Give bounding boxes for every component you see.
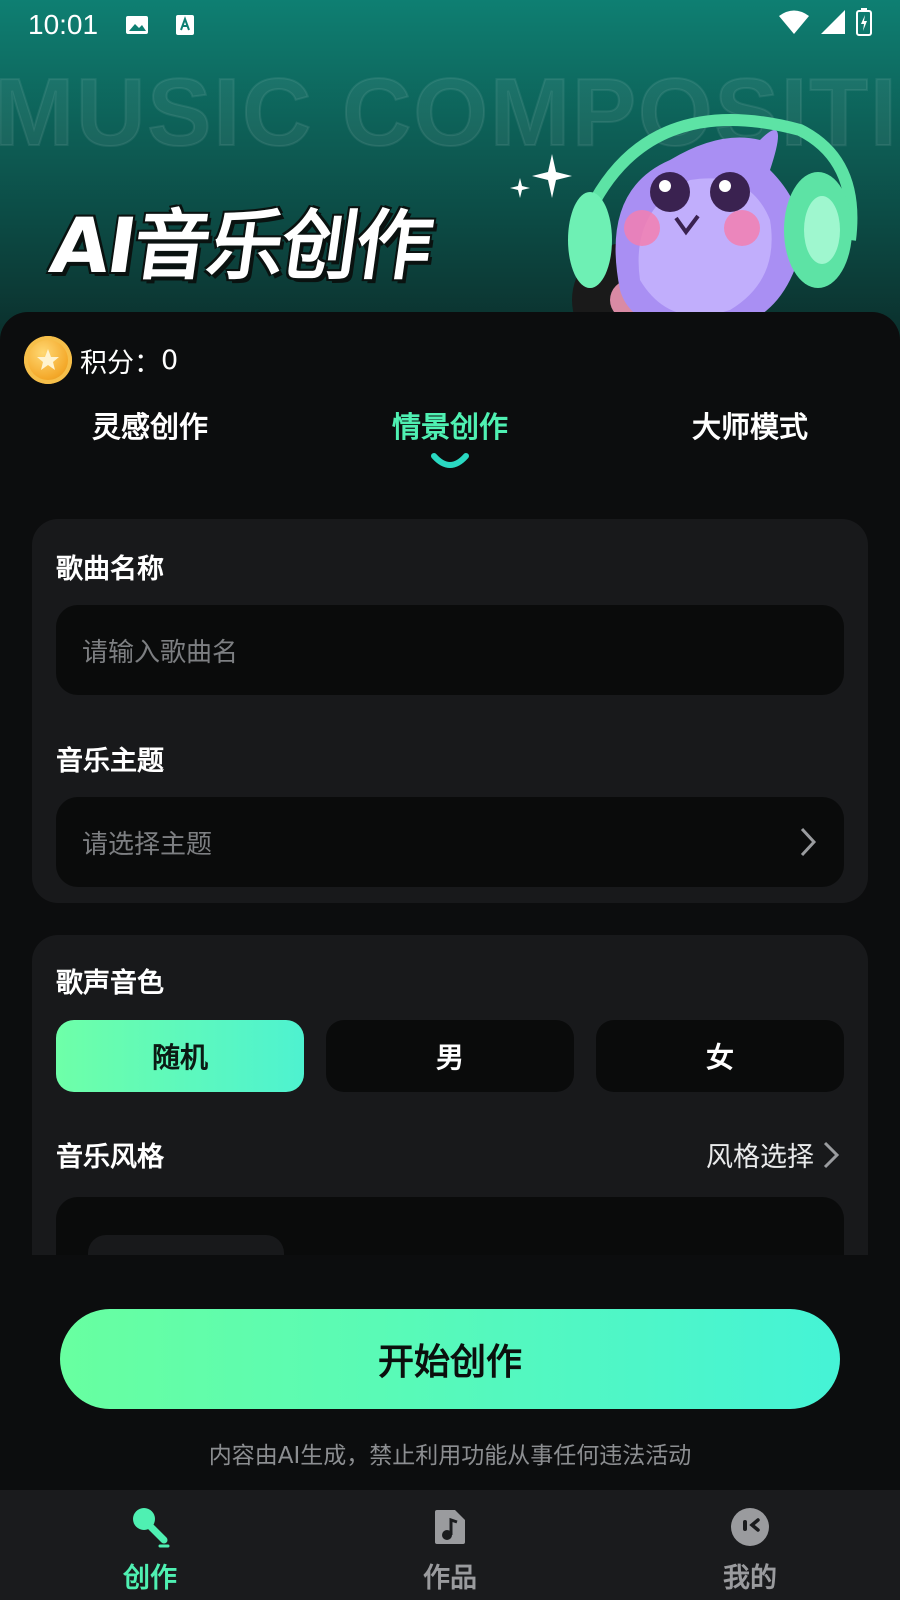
style-list-area (56, 1197, 844, 1255)
voice-label: 歌声音色 (56, 968, 164, 999)
theme-label: 音乐主题 (56, 746, 164, 777)
mode-tabs: 灵感创作 情景创作 大师模式 (0, 404, 900, 474)
voice-style-card: 歌声音色 随机 男 女 音乐风格 风格选择 (32, 935, 868, 1255)
style-select-text: 风格选择 (706, 1142, 814, 1173)
nav-create-label: 创作 (123, 1563, 177, 1594)
start-create-button[interactable]: 开始创作 (60, 1309, 840, 1409)
nav-works[interactable]: 作品 (300, 1504, 600, 1595)
tab-active-indicator (431, 453, 469, 468)
nav-mine[interactable]: 我的 (600, 1504, 900, 1595)
points-label: 积分： (80, 347, 161, 379)
tab-master[interactable]: 大师模式 (600, 404, 900, 446)
hero-title: AI音乐创作 (44, 201, 437, 290)
song-info-card: 歌曲名称 请输入歌曲名 音乐主题 请选择主题 (32, 519, 868, 903)
chevron-right-icon (823, 1141, 840, 1168)
style-chip[interactable] (88, 1235, 284, 1255)
points-display: 积分： 0 (24, 336, 178, 384)
signal-icon (820, 9, 846, 42)
voice-option-random[interactable]: 随机 (56, 1020, 304, 1092)
microphone-icon (0, 1504, 300, 1550)
image-notification-icon (124, 14, 150, 36)
mascot-illustration (568, 114, 858, 340)
song-name-input[interactable]: 请输入歌曲名 (56, 605, 844, 695)
song-name-label: 歌曲名称 (56, 554, 164, 585)
wifi-icon (778, 9, 810, 42)
ai-disclaimer: 内容由AI生成，禁止利用功能从事任何违法活动 (208, 1443, 692, 1469)
theme-placeholder: 请选择主题 (82, 829, 213, 860)
theme-select[interactable]: 请选择主题 (56, 797, 844, 887)
text-notification-icon (172, 14, 198, 36)
voice-option-male[interactable]: 男 (326, 1020, 574, 1092)
chevron-right-icon (800, 827, 817, 857)
nav-mine-label: 我的 (723, 1563, 777, 1594)
nav-works-label: 作品 (423, 1563, 477, 1594)
tab-inspiration[interactable]: 灵感创作 (0, 404, 300, 446)
voice-option-female[interactable]: 女 (596, 1020, 844, 1092)
tab-scenario[interactable]: 情景创作 (300, 404, 600, 446)
battery-icon (856, 7, 872, 43)
profile-face-icon (600, 1504, 900, 1550)
song-name-placeholder: 请输入歌曲名 (82, 637, 239, 668)
nav-create[interactable]: 创作 (0, 1504, 300, 1595)
coin-icon (24, 336, 72, 384)
main-panel: 积分： 0 灵感创作 情景创作 大师模式 歌曲名称 请输入歌曲名 音乐主题 请选… (0, 312, 900, 1490)
bottom-navigation: 创作 作品 我的 (0, 1490, 900, 1600)
status-bar: 10:01 (0, 0, 900, 50)
hero-banner: 10:01 MUSIC COMPOSITION AI音乐创作 (0, 0, 900, 340)
status-time: 10:01 (28, 9, 99, 40)
style-label: 音乐风格 (56, 1142, 164, 1173)
points-value: 0 (161, 344, 179, 376)
style-select-link[interactable]: 风格选择 (706, 1135, 840, 1174)
music-note-icon (300, 1504, 600, 1550)
